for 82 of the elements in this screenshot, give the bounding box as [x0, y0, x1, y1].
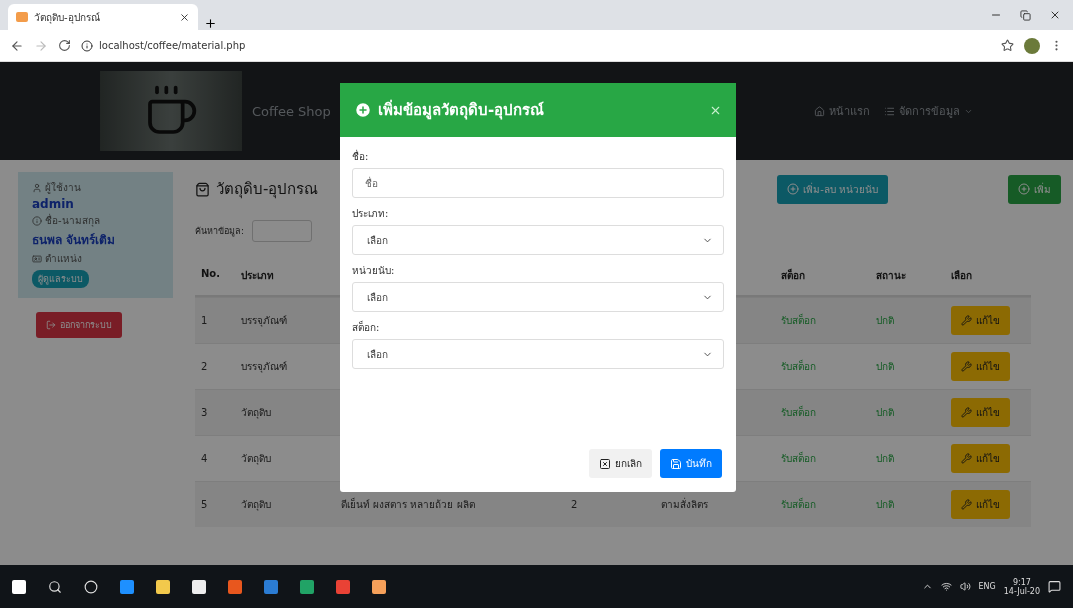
wrench-icon	[961, 361, 972, 372]
edit-button[interactable]: แก้ไข	[951, 352, 1010, 381]
role-badge: ผู้ดูแลระบบ	[32, 270, 89, 288]
app-icon[interactable]	[372, 579, 386, 594]
edit-button[interactable]: แก้ไข	[951, 444, 1010, 473]
role-label: ตำแหน่ง	[32, 251, 163, 266]
field-label: ประเภท:	[352, 207, 390, 221]
back-icon[interactable]	[10, 38, 24, 53]
plus-circle-icon	[354, 101, 372, 119]
network-icon[interactable]	[940, 581, 952, 592]
table-cell: 3	[195, 389, 235, 435]
name-label: ชื่อ-นามสกุล	[32, 213, 163, 228]
table-cell: บรรจุภัณฑ์	[235, 297, 335, 343]
plus-circle-icon	[1018, 183, 1030, 195]
select-field[interactable]: เลือก	[352, 225, 724, 255]
select-field[interactable]: เลือก	[352, 339, 724, 369]
field-label: หน่วยนับ:	[352, 264, 396, 278]
modal-title: เพิ่มข้อมูลวัตถุดิบ-อุปกรณ์	[378, 98, 546, 122]
table-cell: 5	[195, 481, 235, 527]
user-icon	[32, 182, 42, 193]
profile-avatar[interactable]	[1024, 37, 1040, 54]
page-title: วัตถุดิบ-อุปกรณ	[195, 177, 319, 201]
search-label: ค้นหาข้อมูล:	[195, 225, 245, 238]
user-label: ผู้ใช้งาน	[32, 180, 163, 195]
logout-button[interactable]: ออกจากระบบ	[36, 312, 122, 338]
table-cell: วัตถุดิบ	[235, 389, 335, 435]
info-icon[interactable]	[81, 39, 93, 52]
brand-name[interactable]: Coffee Shop	[252, 103, 331, 119]
name-input[interactable]: ชื่อ	[352, 168, 724, 198]
add-button[interactable]: เพิ่ม	[1008, 174, 1061, 204]
table-cell: รับสต็อก	[775, 297, 870, 343]
home-icon	[814, 105, 825, 117]
restore-icon[interactable]	[1020, 9, 1031, 21]
bag-icon	[195, 181, 210, 197]
id-card-icon	[32, 253, 42, 264]
address-field[interactable]: localhost/coffee/material.php	[99, 40, 246, 51]
field-label: สต็อก:	[352, 320, 381, 335]
favicon-icon	[16, 12, 28, 22]
task-view-icon[interactable]	[84, 579, 98, 594]
table-cell: ปกติ	[870, 389, 945, 435]
select-field[interactable]: เลือก	[352, 282, 724, 312]
new-tab-icon[interactable]	[204, 17, 217, 30]
search-field[interactable]	[252, 220, 313, 242]
nav-link[interactable]: หน้าแรก	[814, 102, 870, 120]
tab-title: วัตถุดิบ-อุปกรณ์	[34, 10, 101, 25]
search-icon[interactable]	[48, 579, 62, 594]
field-label: ชื่อ:	[352, 149, 370, 164]
table-cell: รับสต็อก	[775, 481, 870, 527]
close-square-icon	[599, 457, 611, 470]
unit-button[interactable]: เพิ่ม-ลบ หน่วยนับ	[777, 174, 888, 204]
edit-button[interactable]: แก้ไข	[951, 490, 1010, 519]
close-icon[interactable]	[1049, 9, 1061, 21]
username: admin	[32, 197, 75, 211]
table-cell: รับสต็อก	[775, 389, 870, 435]
table-cell: 1	[195, 297, 235, 343]
close-icon[interactable]	[179, 11, 190, 23]
wrench-icon	[961, 499, 972, 510]
table-cell: วัตถุดิบ	[235, 481, 335, 527]
info-icon	[32, 215, 42, 226]
table-cell: ปกติ	[870, 481, 945, 527]
table-cell: ปกติ	[870, 297, 945, 343]
wrench-icon	[961, 315, 972, 326]
bookmark-star-icon[interactable]	[1001, 39, 1014, 52]
browser-tab[interactable]: วัตถุดิบ-อุปกรณ์	[8, 4, 198, 30]
save-button[interactable]: บันทึก	[660, 449, 722, 478]
edit-button[interactable]: แก้ไข	[951, 306, 1010, 335]
save-icon	[670, 457, 682, 470]
wrench-icon	[961, 407, 972, 418]
clock-date[interactable]: 14-Jul-20	[1003, 586, 1040, 596]
full-name: ธนพล จันทร์เติม	[32, 232, 117, 249]
list-icon	[884, 105, 895, 117]
plus-circle-icon	[787, 183, 800, 195]
volume-icon[interactable]	[959, 581, 971, 592]
logout-icon	[46, 320, 56, 330]
cancel-button[interactable]: ยกเลิก	[589, 449, 652, 478]
language-indicator[interactable]: ENG	[978, 582, 996, 591]
reload-icon[interactable]	[58, 39, 71, 52]
wrench-icon	[961, 453, 972, 464]
notification-icon[interactable]	[1048, 580, 1061, 593]
clock-time[interactable]: 9:17	[1012, 577, 1031, 587]
nav-dropdown[interactable]: จัดการข้อมูล	[884, 102, 973, 120]
edit-button[interactable]: แก้ไข	[951, 398, 1010, 427]
